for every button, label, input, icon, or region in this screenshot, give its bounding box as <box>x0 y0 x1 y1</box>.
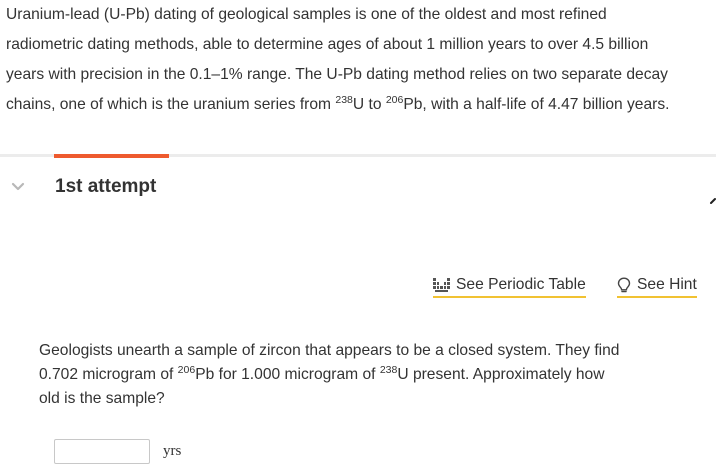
intro-line: chains, one of which is the uranium seri… <box>6 90 716 120</box>
lightbulb-icon <box>617 276 631 292</box>
question-page: Uranium-lead (U-Pb) dating of geological… <box>0 0 716 474</box>
intro-text: U to <box>352 96 386 113</box>
see-hint-link[interactable]: See Hint <box>617 276 697 298</box>
question-line: old is the sample? <box>39 390 165 407</box>
question-line: Geologists unearth a sample of zircon th… <box>39 342 620 359</box>
question-text: Geologists unearth a sample of zircon th… <box>39 339 709 411</box>
expand-arrow-icon[interactable] <box>706 195 716 205</box>
intro-text: Pb, with a half-life of 4.47 billion yea… <box>403 96 670 113</box>
intro-line: radiometric dating methods, able to dete… <box>6 36 649 53</box>
answer-unit-label: yrs <box>163 443 182 459</box>
chevron-down-icon[interactable] <box>11 182 25 192</box>
question-fragment: U present. Approximately how <box>397 366 605 383</box>
isotope-superscript: 238 <box>335 94 353 106</box>
isotope-superscript: 238 <box>379 364 398 376</box>
link-underline <box>433 296 586 298</box>
isotope-superscript: 206 <box>177 364 196 376</box>
intro-line: years with precision in the 0.1–1% range… <box>6 66 668 83</box>
see-periodic-table-link[interactable]: See Periodic Table <box>433 276 586 298</box>
isotope-superscript: 206 <box>385 94 404 106</box>
intro-paragraph: Uranium-lead (U-Pb) dating of geological… <box>6 0 716 120</box>
periodic-table-icon <box>433 277 450 292</box>
intro-line: Uranium-lead (U-Pb) dating of geological… <box>6 6 607 23</box>
answer-input[interactable] <box>54 439 150 464</box>
periodic-table-label: See Periodic Table <box>456 276 586 293</box>
question-line: 0.702 microgram of 206Pb for 1.000 micro… <box>39 363 709 387</box>
attempt-accent-bar <box>54 154 169 158</box>
attempt-title[interactable]: 1st attempt <box>55 176 156 198</box>
question-fragment: Pb for 1.000 microgram of <box>195 366 380 383</box>
intro-text: chains, one of which is the uranium seri… <box>6 96 336 113</box>
question-fragment: 0.702 microgram of <box>39 366 178 383</box>
hint-label: See Hint <box>637 276 697 293</box>
link-underline <box>617 296 697 298</box>
